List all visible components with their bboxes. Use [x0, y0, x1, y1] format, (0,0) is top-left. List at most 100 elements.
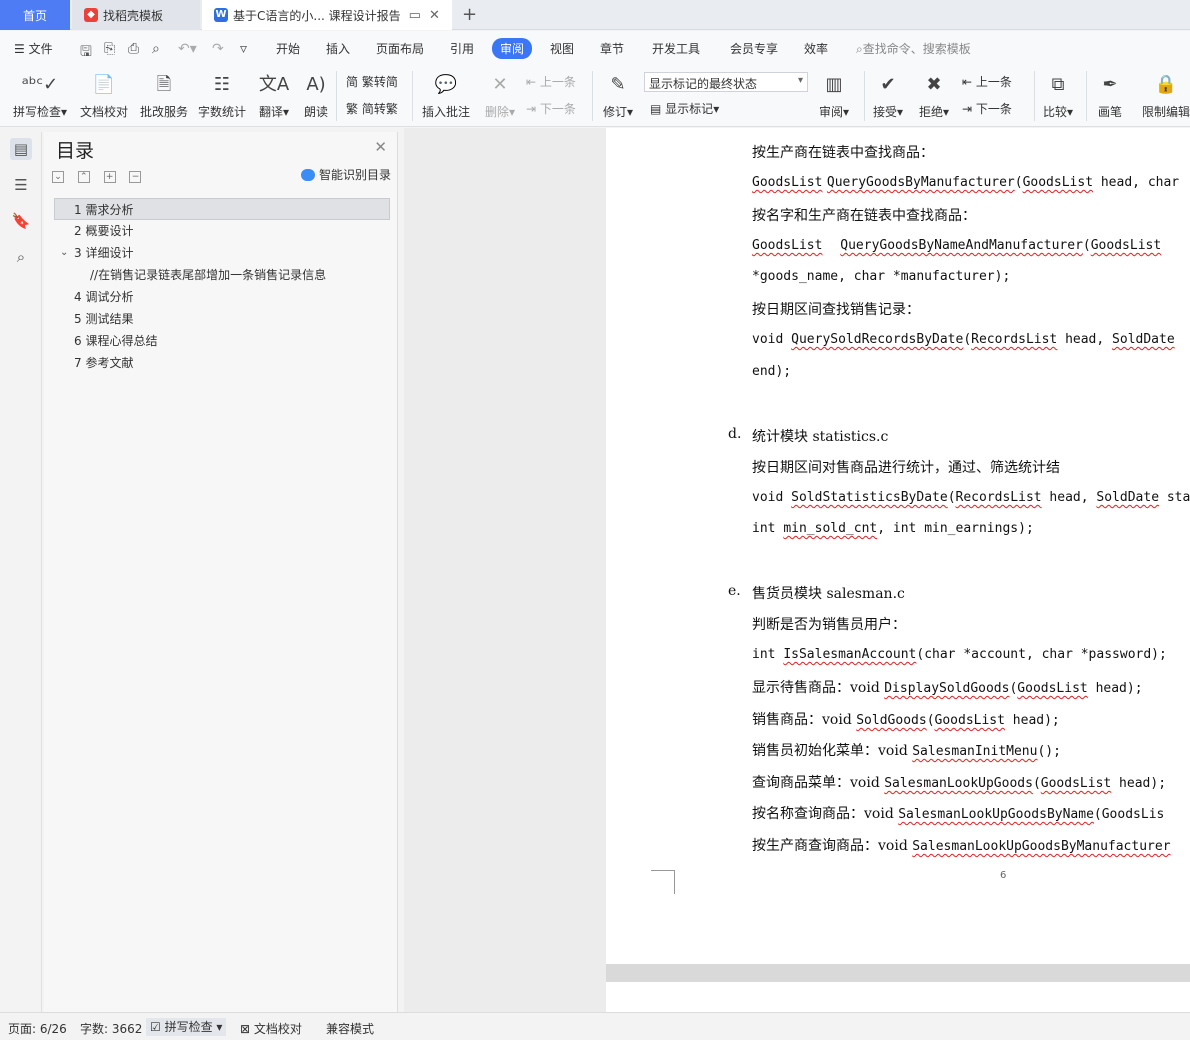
show-markup-button[interactable]: ▤ 显示标记▾ — [650, 100, 719, 117]
simp-to-trad-icon: 繁 — [346, 102, 359, 116]
page-indicator[interactable]: 页面: 6/26 — [8, 1020, 67, 1037]
markup-state-select[interactable]: 显示标记的最终状态 — [644, 72, 808, 92]
spell-check-status[interactable]: ☑ 拼写检查 ▾ — [146, 1018, 227, 1036]
toc-item[interactable]: 1 需求分析 — [54, 198, 390, 220]
next-change-label: 下一条 — [975, 102, 1012, 116]
insert-comment-button[interactable]: 💬 插入批注 — [416, 71, 476, 120]
restrict-edit-label: 限制编辑 — [1141, 105, 1190, 119]
print-icon[interactable]: ⎙ — [128, 41, 139, 57]
customize-toolbar-icon[interactable]: ▿ — [240, 41, 247, 57]
save-icon[interactable]: 🖫 — [80, 41, 92, 65]
document-page[interactable]: 按生产商在链表中查找商品： GoodsList QueryGoodsByManu… — [606, 128, 1190, 964]
word-count-indicator[interactable]: 字数: 3662 — [80, 1020, 142, 1037]
ribbon-divider — [336, 71, 337, 121]
word-count-button[interactable]: ☷ 字数统计 — [192, 71, 252, 120]
menu-references[interactable]: 引用 — [450, 40, 474, 57]
collapse-all-icon[interactable]: ⌃ — [77, 171, 90, 183]
doc-code-line: *goods_name, char *manufacturer); — [752, 269, 1011, 284]
menu-bar: ☰ 文件 🖫 ⎘ ⎙ ⌕ ↶▾ ↷ ▿ 开始 插入 页面布局 引用 审阅 视图 … — [0, 31, 1190, 65]
toc-item[interactable]: 2 概要设计 — [54, 220, 390, 242]
toc-panel: 目录 ✕ ⌄ ⌃ + − 智能识别目录 1 需求分析 2 概要设计 ⌄ 3 详细设… — [44, 132, 398, 1012]
menu-review[interactable]: 审阅 — [492, 38, 533, 59]
track-changes-button[interactable]: ✎ 修订▾ — [588, 71, 648, 120]
checkbox-icon: ☑ — [150, 1020, 161, 1034]
next-change-button[interactable]: ⇥ 下一条 — [962, 100, 1012, 117]
doc-code-line: GoodsList QueryGoodsByNameAndManufacture… — [752, 238, 1162, 253]
pen-icon: ✒ — [1102, 74, 1118, 95]
menu-page-layout[interactable]: 页面布局 — [376, 40, 424, 57]
insert-comment-icon: 💬 — [434, 74, 458, 95]
doc-code-line: 显示待售商品：void DisplaySoldGoods(GoodsList h… — [752, 680, 1143, 696]
next-comment-label: 下一条 — [539, 102, 576, 116]
command-search[interactable]: ⌕查找命令、搜索模板 — [856, 40, 971, 57]
menu-start[interactable]: 开始 — [276, 40, 300, 57]
simp-to-trad-button[interactable]: 繁 简转繁 — [346, 100, 398, 117]
chevron-down-icon[interactable]: ⌄ — [60, 242, 68, 264]
new-tab-icon[interactable]: + — [462, 4, 477, 25]
reject-button[interactable]: ✖ 拒绝▾ — [904, 71, 964, 120]
smart-toc-button[interactable]: 智能识别目录 — [300, 166, 391, 183]
spell-check-button[interactable]: ᵃᵇᶜ✓ 拼写检查▾ — [10, 71, 70, 120]
delete-comment-button[interactable]: ✕ 删除▾ — [470, 71, 530, 120]
add-heading-icon[interactable]: + — [103, 171, 116, 183]
toc-item[interactable]: 6 课程心得总结 — [54, 330, 390, 352]
tab-pin-icon[interactable]: ▭ — [409, 8, 421, 23]
file-menu-label: 文件 — [28, 42, 53, 56]
delete-comment-icon: ✕ — [492, 74, 508, 95]
doc-proof-status[interactable]: ⊠ 文档校对 — [240, 1020, 302, 1037]
menu-dev-tools[interactable]: 开发工具 — [652, 40, 700, 57]
compat-mode-indicator: 兼容模式 — [326, 1022, 375, 1036]
delete-comment-label: 删除▾ — [484, 105, 516, 119]
undo-icon[interactable]: ↶▾ — [178, 41, 197, 57]
review-pane-button[interactable]: ▥ 审阅▾ — [804, 71, 864, 120]
navigation-icon[interactable]: ☰ — [10, 174, 32, 196]
menu-efficiency[interactable]: 效率 — [804, 40, 828, 57]
left-rail: ▤ ☰ 🔖 ⌕ — [0, 132, 42, 1012]
trad-to-simp-button[interactable]: 简 繁转简 — [346, 73, 398, 90]
toc-item[interactable]: //在销售记录链表尾部增加一条销售记录信息 — [54, 264, 390, 286]
next-comment-icon: ⇥ — [526, 102, 537, 116]
tab-document[interactable]: W 基于C语言的小... 课程设计报告 ▭ ✕ — [202, 0, 452, 30]
read-aloud-button[interactable]: A) 朗读 — [286, 71, 346, 120]
menu-chapter[interactable]: 章节 — [600, 40, 624, 57]
ribbon-divider — [412, 71, 413, 121]
doc-text-line: 判断是否为销售员用户： — [752, 617, 906, 633]
redo-icon[interactable]: ↷ — [212, 41, 224, 57]
pen-button[interactable]: ✒ 画笔 — [1080, 71, 1140, 120]
menu-view[interactable]: 视图 — [550, 40, 574, 57]
document-canvas[interactable]: 按生产商在链表中查找商品： GoodsList QueryGoodsByManu… — [404, 128, 1190, 1022]
word-count-icon: ☷ — [213, 74, 231, 95]
bookmark-icon[interactable]: 🔖 — [10, 210, 32, 232]
status-bar: 页面: 6/26 字数: 3662 ☑ 拼写检查 ▾ ⊠ 文档校对 兼容模式 — [0, 1012, 1190, 1040]
doc-code-line: 销售员初始化菜单：void SalesmanInitMenu(); — [752, 743, 1061, 759]
doc-proof-button[interactable]: 📄 文档校对 — [74, 71, 134, 120]
tab-close-icon[interactable]: ✕ — [429, 8, 440, 23]
toc-item[interactable]: 7 参考文献 — [54, 352, 390, 374]
next-comment-button[interactable]: ⇥ 下一条 — [526, 100, 576, 117]
prev-change-button[interactable]: ⇤ 上一条 — [962, 73, 1012, 90]
restrict-edit-button[interactable]: 🔒 限制编辑 — [1136, 71, 1190, 120]
prev-change-label: 上一条 — [975, 75, 1012, 89]
toc-item[interactable]: 5 测试结果 — [54, 308, 390, 330]
page-gap — [606, 964, 1190, 982]
review-service-button[interactable]: 🗎 批改服务 — [134, 71, 194, 120]
tab-home[interactable]: 首页 — [0, 0, 70, 30]
toc-item[interactable]: ⌄ 3 详细设计 — [54, 242, 390, 264]
file-menu[interactable]: ☰ 文件 — [14, 40, 53, 57]
close-icon[interactable]: ✕ — [374, 138, 387, 156]
toc-item[interactable]: 4 调试分析 — [54, 286, 390, 308]
menu-member[interactable]: 会员专享 — [730, 40, 778, 57]
tab-template[interactable]: ◆ 找稻壳模板 — [72, 0, 200, 30]
remove-heading-icon[interactable]: − — [129, 171, 142, 183]
expand-all-icon[interactable]: ⌄ — [52, 171, 64, 183]
compare-button[interactable]: ⧉ 比较▾ — [1028, 71, 1088, 120]
doc-text-line: 按日期区间对售商品进行统计，通过、筛选统计结 — [752, 460, 1060, 476]
menu-insert[interactable]: 插入 — [326, 40, 350, 57]
export-pdf-icon[interactable]: ⎘ — [104, 41, 115, 57]
toc-panel-icon[interactable]: ▤ — [10, 138, 32, 160]
compare-icon: ⧉ — [1051, 74, 1065, 95]
print-preview-icon[interactable]: ⌕ — [152, 41, 160, 57]
find-icon[interactable]: ⌕ — [10, 246, 32, 268]
command-search-placeholder: 查找命令、搜索模板 — [862, 42, 971, 56]
prev-comment-button[interactable]: ⇤ 上一条 — [526, 73, 576, 90]
